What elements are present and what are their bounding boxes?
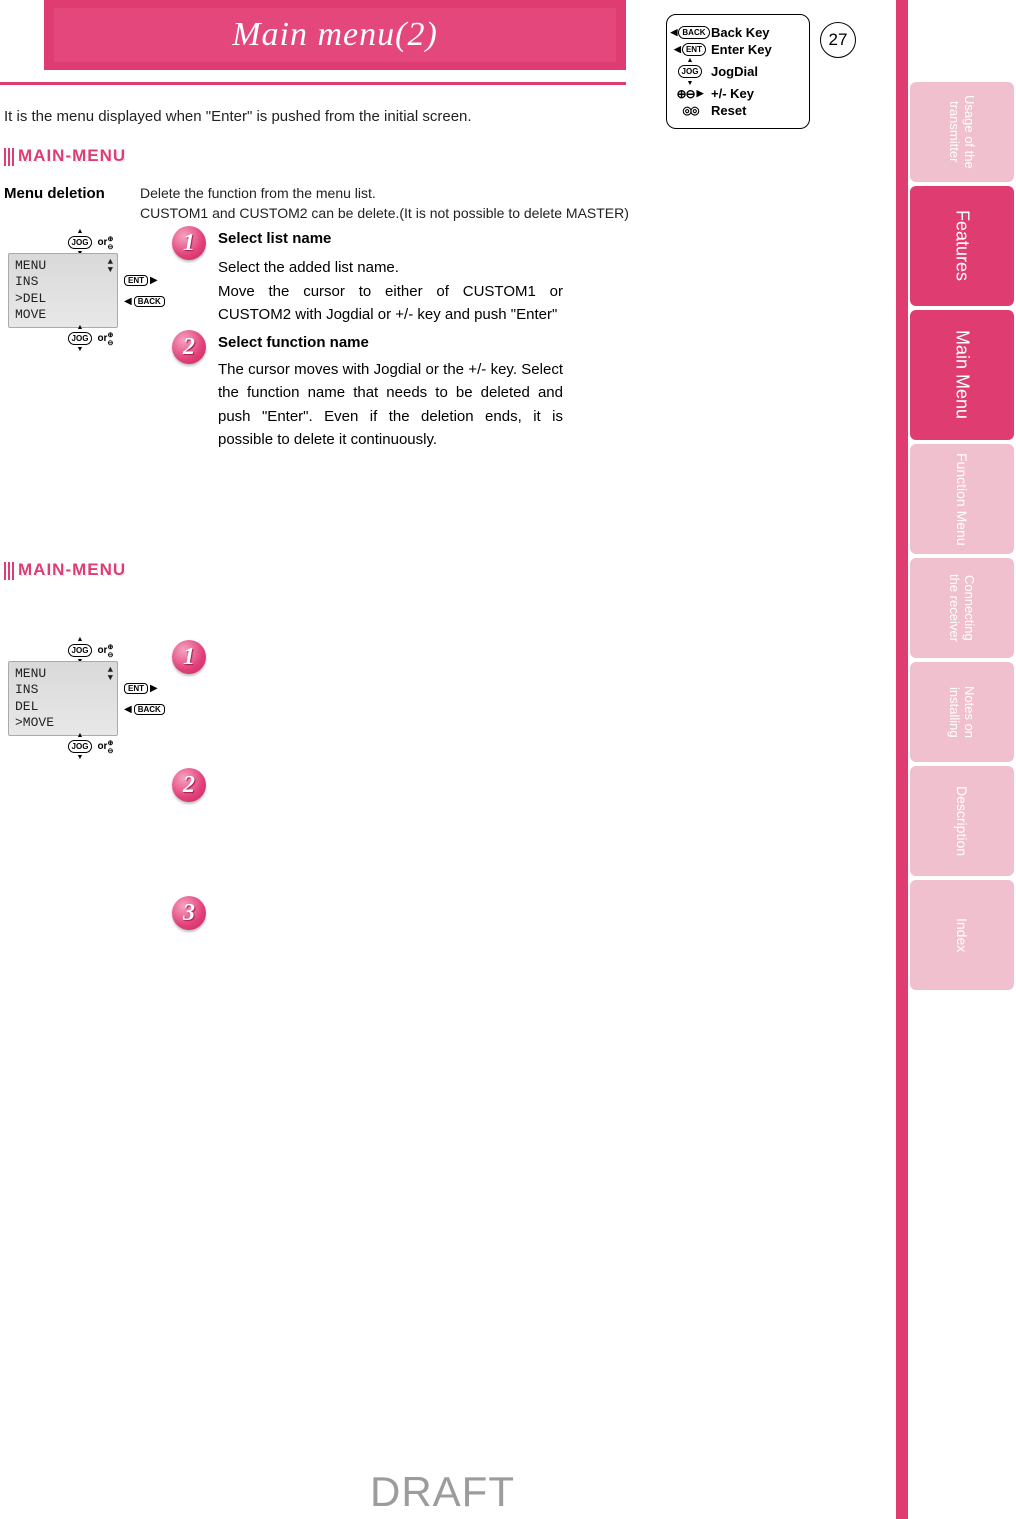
step1-title: Select list name (218, 230, 331, 247)
legend-row-reset: Reset (677, 103, 801, 118)
step-badge-icon: 2 (172, 330, 206, 364)
jog-icon: JOG (66, 740, 95, 753)
ent-back-column: ENT▶ ◀BACK (124, 275, 165, 307)
page-number-circle: 27 (820, 22, 856, 58)
ent-indicator: ENT▶ (124, 275, 158, 286)
intro-text: It is the menu displayed when "Enter" is… (4, 108, 472, 125)
or-label: or (97, 645, 107, 656)
step-badge-icon: 3 (172, 896, 206, 930)
title-underline (0, 82, 626, 85)
control-block-2: JOG or ▲▼ MENU INS DEL >MOVE ENT▶ ◀BACK … (8, 640, 168, 757)
heading-text: MAIN-MENU (18, 560, 126, 580)
main-menu-heading-1: MAIN-MENU (4, 146, 134, 168)
heading-bars-icon (4, 562, 14, 580)
lcd-screen-del: ▲▼ MENU INS >DEL MOVE (8, 253, 118, 328)
tab-usage[interactable]: Usage of the transmitter (910, 82, 1014, 182)
jog-icon: JOG (66, 236, 95, 249)
back-icon: BACK (677, 26, 703, 40)
title-bar: Main menu(2) (44, 0, 626, 70)
step-2-badge-s2: 2 (172, 768, 206, 805)
step-1-badge-s1: 1 (172, 226, 206, 263)
jog-or-pm-row-top: JOG or (8, 236, 168, 249)
lcd-line: >DEL (15, 291, 111, 307)
step-3-badge-s2: 3 (172, 896, 206, 933)
legend-row-jog: JOG JogDial (677, 64, 801, 79)
title-bar-inner: Main menu(2) (54, 8, 616, 62)
legend-plusminus-label: +/- Key (711, 86, 754, 101)
enter-icon: ENT (677, 43, 703, 57)
back-indicator: ◀BACK (124, 296, 165, 307)
or-label: or (97, 237, 107, 248)
legend-row-back: BACK Back Key (677, 25, 801, 40)
jog-icon: JOG (677, 65, 703, 79)
side-tabs: Usage of the transmitter Features Main M… (896, 0, 1016, 1519)
jog-or-pm-row-bottom: JOG or (8, 332, 168, 345)
heading-text: MAIN-MENU (18, 146, 126, 166)
menu-deletion-label: Menu deletion (4, 185, 105, 202)
legend-enter-label: Enter Key (711, 42, 772, 57)
tab-function-menu[interactable]: Function Menu (910, 444, 1014, 554)
menu-deletion-desc2: CUSTOM1 and CUSTOM2 can be delete.(It is… (140, 205, 629, 221)
lcd-line: MENU (15, 258, 111, 274)
lcd-line: >MOVE (15, 715, 111, 731)
legend-back-label: Back Key (711, 25, 770, 40)
updown-icon: ▲▼ (108, 666, 113, 682)
ent-indicator: ENT▶ (124, 683, 158, 694)
legend-jog-label: JogDial (711, 64, 758, 79)
step-badge-icon: 1 (172, 226, 206, 260)
tab-index[interactable]: Index (910, 880, 1014, 990)
tab-description[interactable]: Description (910, 766, 1014, 876)
tab-connecting[interactable]: Connecting the receiver (910, 558, 1014, 658)
lcd-line: MOVE (15, 307, 111, 323)
step2-body: The cursor moves with Jogdial or the +/-… (218, 358, 563, 451)
reset-icon (677, 104, 703, 118)
step-2-badge-s1: 2 (172, 330, 206, 367)
back-indicator: ◀BACK (124, 704, 165, 715)
updown-icon: ▲▼ (108, 258, 113, 274)
page-title: Main menu(2) (232, 16, 438, 54)
plusminus-icon (677, 87, 703, 101)
heading-bars-icon (4, 148, 14, 166)
legend-row-enter: ENT Enter Key (677, 42, 801, 57)
lcd-line: INS (15, 682, 111, 698)
tab-features[interactable]: Features (910, 186, 1014, 306)
menu-deletion-desc1: Delete the function from the menu list. (140, 185, 376, 201)
page-number: 27 (829, 30, 848, 50)
tab-notes[interactable]: Notes on installing (910, 662, 1014, 762)
lcd-screen-move: ▲▼ MENU INS DEL >MOVE (8, 661, 118, 736)
or-label: or (97, 741, 107, 752)
step1-body2: Move the cursor to either of CUSTOM1 or … (218, 280, 563, 327)
lcd-line: MENU (15, 666, 111, 682)
key-legend: BACK Back Key ENT Enter Key JOG JogDial … (666, 14, 810, 129)
step-badge-icon: 2 (172, 768, 206, 802)
step2-title: Select function name (218, 334, 369, 351)
jog-or-pm-row-top: JOG or (8, 644, 168, 657)
ent-back-column: ENT▶ ◀BACK (124, 683, 165, 715)
legend-reset-label: Reset (711, 103, 746, 118)
or-label: or (97, 333, 107, 344)
tab-main-menu[interactable]: Main Menu (910, 310, 1014, 440)
draft-watermark: DRAFT (370, 1468, 515, 1516)
lcd-ent-back-row: ▲▼ MENU INS DEL >MOVE ENT▶ ◀BACK (8, 661, 168, 736)
lcd-line: DEL (15, 699, 111, 715)
jog-icon: JOG (66, 644, 95, 657)
jog-or-pm-row-bottom: JOG or (8, 740, 168, 753)
lcd-ent-back-row: ▲▼ MENU INS >DEL MOVE ENT▶ ◀BACK (8, 253, 168, 328)
step1-body1: Select the added list name. (218, 256, 558, 279)
jog-icon: JOG (66, 332, 95, 345)
control-block-1: JOG or ▲▼ MENU INS >DEL MOVE ENT▶ ◀BACK … (8, 232, 168, 349)
step-badge-icon: 1 (172, 640, 206, 674)
step-1-badge-s2: 1 (172, 640, 206, 677)
legend-row-plusminus: +/- Key (677, 86, 801, 101)
lcd-line: INS (15, 274, 111, 290)
main-menu-heading-2: MAIN-MENU (4, 560, 134, 582)
